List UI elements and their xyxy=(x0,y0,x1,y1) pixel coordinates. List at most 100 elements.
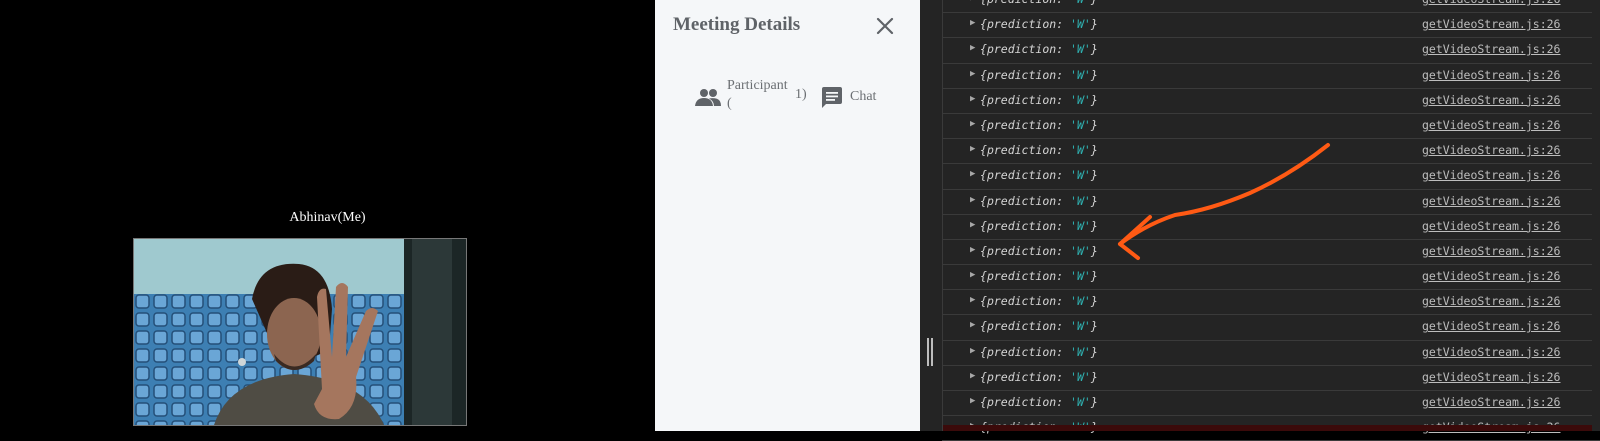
log-source-link[interactable]: getVideoStream.js:26 xyxy=(1422,345,1560,359)
expand-arrow-icon[interactable]: ▶ xyxy=(970,18,975,28)
log-value: 'W' xyxy=(1070,117,1091,132)
log-source-link[interactable]: getVideoStream.js:26 xyxy=(1422,269,1560,283)
log-value: 'W' xyxy=(1070,42,1091,57)
log-source-link[interactable]: getVideoStream.js:26 xyxy=(1422,244,1560,258)
log-key: prediction xyxy=(986,193,1057,208)
console-log-row[interactable]: ▶ {prediction: 'W'} getVideoStream.js:26 xyxy=(942,64,1600,89)
log-source-link[interactable]: getVideoStream.js:26 xyxy=(1422,93,1560,107)
splitter-handle-icon xyxy=(927,338,933,366)
close-icon xyxy=(876,17,894,35)
expand-arrow-icon[interactable]: ▶ xyxy=(970,43,975,53)
log-value: 'W' xyxy=(1070,168,1091,183)
log-source-link[interactable]: getVideoStream.js:26 xyxy=(1422,194,1560,208)
log-source-link[interactable]: getVideoStream.js:26 xyxy=(1422,319,1560,333)
console-log-row[interactable]: ▶ {prediction: 'W'} getVideoStream.js:26 xyxy=(942,38,1600,64)
close-button[interactable] xyxy=(873,14,897,38)
log-value: 'W' xyxy=(1070,294,1091,309)
log-value: 'W' xyxy=(1070,369,1091,384)
log-source-link[interactable]: getVideoStream.js:26 xyxy=(1422,42,1560,56)
console-log-row[interactable]: ▶ {prediction: 'W'} getVideoStream.js:26 xyxy=(942,341,1600,366)
log-message: {prediction: 'W'} xyxy=(980,269,1098,284)
log-key: prediction xyxy=(986,67,1057,82)
console-log-row[interactable]: ▶ {prediction: 'W'} getVideoStream.js:26 xyxy=(942,190,1600,215)
expand-arrow-icon[interactable]: ▶ xyxy=(970,346,975,356)
log-key: prediction xyxy=(986,42,1057,57)
log-source-link[interactable]: getVideoStream.js:26 xyxy=(1422,395,1560,409)
video-area: Abhinav(Me) xyxy=(0,0,655,431)
console-log-row[interactable]: ▶ {prediction: 'W'} getVideoStream.js:26 xyxy=(942,391,1600,417)
log-key: prediction xyxy=(986,168,1057,183)
console-log-row[interactable]: ▶ {prediction: 'W'} getVideoStream.js:26 xyxy=(942,265,1600,291)
console-error-strip xyxy=(943,425,1600,431)
console-log-row[interactable]: ▶ {prediction: 'W'} getVideoStream.js:26 xyxy=(942,290,1600,316)
expand-arrow-icon[interactable]: ▶ xyxy=(970,270,975,280)
log-message: {prediction: 'W'} xyxy=(980,218,1098,233)
log-value: 'W' xyxy=(1070,319,1091,334)
console-log-row[interactable]: ▶ {prediction: 'W'} getVideoStream.js:26 xyxy=(942,114,1600,140)
chat-icon xyxy=(822,87,842,108)
log-value: 'W' xyxy=(1070,218,1091,233)
console-log-row[interactable]: ▶ {prediction: 'W'} getVideoStream.js:26 xyxy=(942,139,1600,165)
log-source-link[interactable]: getVideoStream.js:26 xyxy=(1422,17,1560,31)
log-key: prediction xyxy=(986,344,1057,359)
expand-arrow-icon[interactable]: ▶ xyxy=(970,0,975,3)
log-message: {prediction: 'W'} xyxy=(980,319,1098,334)
expand-arrow-icon[interactable]: ▶ xyxy=(970,144,975,154)
console-log-row[interactable]: ▶ {prediction: 'W'} getVideoStream.js:26 xyxy=(942,366,1600,391)
log-value: 'W' xyxy=(1070,0,1091,6)
expand-arrow-icon[interactable]: ▶ xyxy=(970,245,975,255)
log-message: {prediction: 'W'} xyxy=(980,117,1098,132)
log-source-link[interactable]: getVideoStream.js:26 xyxy=(1422,0,1560,6)
log-key: prediction xyxy=(986,294,1057,309)
log-message: {prediction: 'W'} xyxy=(980,395,1098,409)
log-source-link[interactable]: getVideoStream.js:26 xyxy=(1422,219,1560,233)
log-key: prediction xyxy=(986,117,1057,132)
console-log-row[interactable]: ▶ {prediction: 'W'} getVideoStream.js:26 xyxy=(942,315,1600,341)
expand-arrow-icon[interactable]: ▶ xyxy=(970,119,975,129)
console-scrollbar[interactable] xyxy=(1592,0,1600,431)
console-log-row[interactable]: ▶ {prediction: 'W'} getVideoStream.js:26 xyxy=(942,13,1600,39)
log-key: prediction xyxy=(987,0,1056,6)
log-source-link[interactable]: getVideoStream.js:26 xyxy=(1422,143,1560,157)
people-icon xyxy=(695,89,721,106)
expand-arrow-icon[interactable]: ▶ xyxy=(970,169,975,179)
log-value: 'W' xyxy=(1070,269,1091,284)
log-source-link[interactable]: getVideoStream.js:26 xyxy=(1422,68,1560,82)
console-log-row[interactable]: ▶ {prediction: 'W'} getVideoStream.js:26 xyxy=(942,164,1600,190)
log-message: {prediction: 'W'} xyxy=(980,92,1098,107)
console-log-row[interactable]: ▶ {prediction: 'W'} getVideoStream.js:26 xyxy=(942,0,1600,14)
log-key: prediction xyxy=(986,243,1057,258)
console-log-row[interactable]: ▶ {prediction: 'W'} getVideoStream.js:26 xyxy=(942,240,1600,266)
log-key: prediction xyxy=(986,369,1057,384)
log-value: 'W' xyxy=(1070,243,1091,258)
log-value: 'W' xyxy=(1070,17,1091,32)
console-log-list: ▶ {prediction: 'W'} getVideoStream.js:26 ▶ {… xyxy=(942,0,1600,441)
expand-arrow-icon[interactable]: ▶ xyxy=(970,94,975,104)
log-message: {prediction: 'W'} xyxy=(980,17,1098,32)
tab-chat[interactable]: Chat xyxy=(820,86,915,112)
expand-arrow-icon[interactable]: ▶ xyxy=(970,396,975,406)
log-source-link[interactable]: getVideoStream.js:26 xyxy=(1422,370,1560,384)
log-message: {prediction: 'W'} xyxy=(980,344,1098,359)
log-source-link[interactable]: getVideoStream.js:26 xyxy=(1422,118,1560,132)
devtools-splitter[interactable] xyxy=(920,0,943,431)
tab-participants[interactable]: Participant ( 1) xyxy=(695,78,820,120)
expand-arrow-icon[interactable]: ▶ xyxy=(970,195,975,205)
console-log-row[interactable]: ▶ {prediction: 'W'} getVideoStream.js:26 xyxy=(942,215,1600,240)
expand-arrow-icon[interactable]: ▶ xyxy=(970,320,975,330)
expand-arrow-icon[interactable]: ▶ xyxy=(970,371,975,381)
participant-name: Abhinav(Me) xyxy=(289,210,366,225)
log-value: 'W' xyxy=(1070,143,1091,158)
log-source-link[interactable]: getVideoStream.js:26 xyxy=(1422,294,1560,308)
log-message: {prediction: 'W'} xyxy=(980,294,1098,309)
expand-arrow-icon[interactable]: ▶ xyxy=(970,69,975,79)
console-log-row[interactable]: ▶ {prediction: 'W'} getVideoStream.js:26 xyxy=(942,89,1600,114)
participants-tab-label: Participant xyxy=(727,78,788,93)
log-key: prediction xyxy=(986,218,1057,233)
participant-video xyxy=(133,238,467,426)
log-message: {prediction: 'W'} xyxy=(980,369,1098,384)
expand-arrow-icon[interactable]: ▶ xyxy=(970,220,975,230)
participants-count: 1) xyxy=(795,87,807,102)
expand-arrow-icon[interactable]: ▶ xyxy=(970,295,975,305)
log-source-link[interactable]: getVideoStream.js:26 xyxy=(1422,168,1560,182)
